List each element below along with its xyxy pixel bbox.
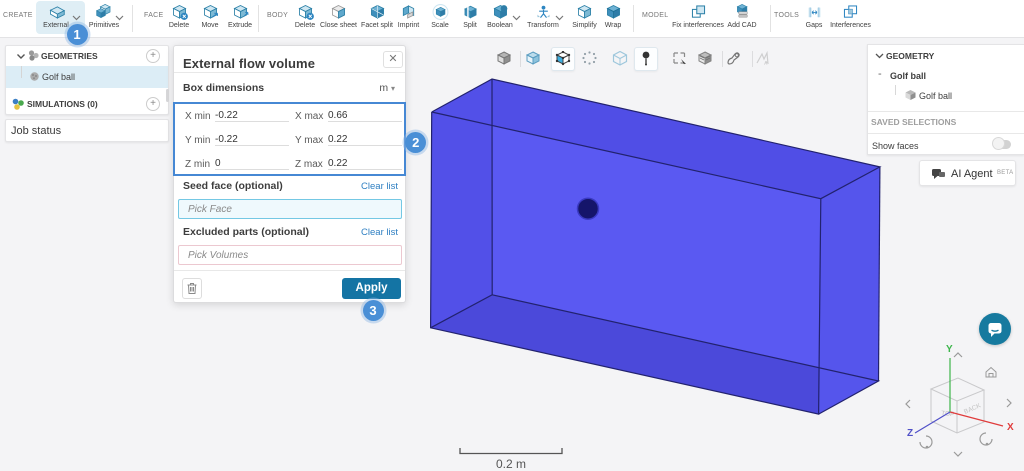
svg-text:0.2 m: 0.2 m <box>496 457 526 471</box>
svg-text:BACK: BACK <box>963 402 983 416</box>
svg-text:TOP: TOP <box>941 410 955 418</box>
svg-text:Y: Y <box>946 344 953 355</box>
svg-text:X: X <box>1007 422 1014 433</box>
svg-text:Z: Z <box>907 428 913 439</box>
